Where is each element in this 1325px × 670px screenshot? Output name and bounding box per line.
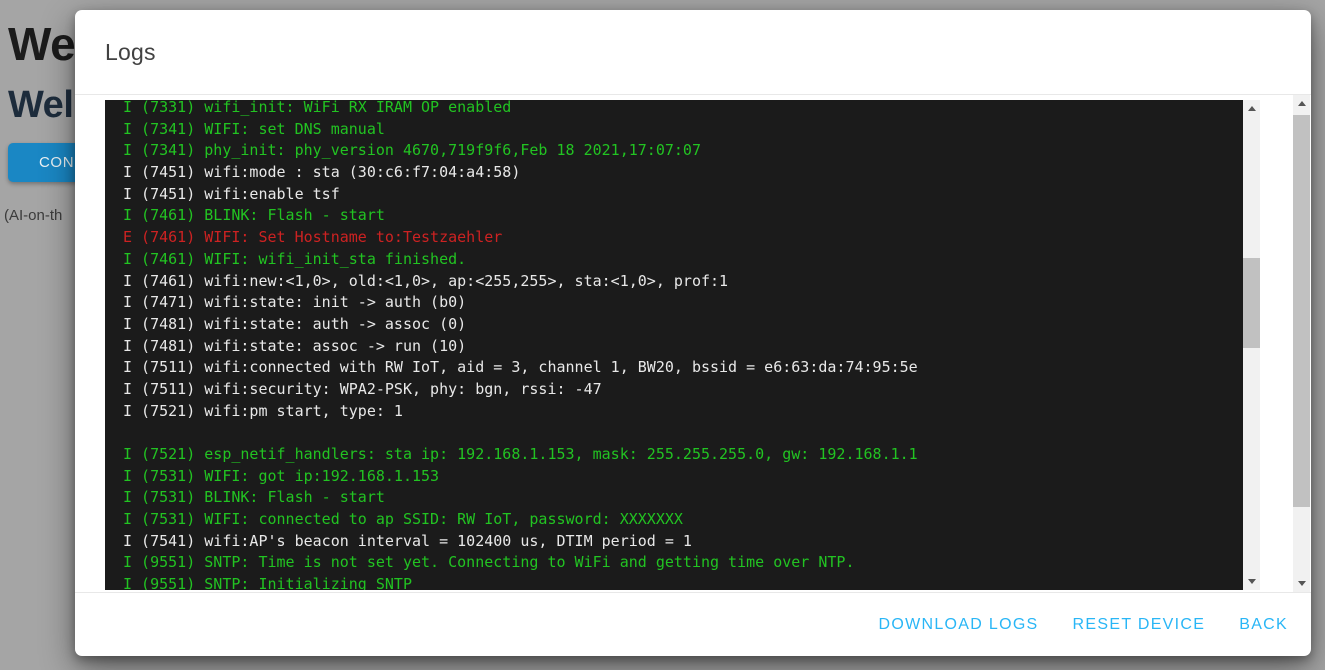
log-line: I (7481) wifi:state: auth -> assoc (0) [123, 314, 1260, 336]
log-line [123, 422, 1260, 444]
log-scrollbar-thumb[interactable] [1243, 258, 1260, 348]
back-button[interactable]: BACK [1239, 616, 1288, 634]
dialog-scrollbar-thumb[interactable] [1293, 115, 1310, 507]
dialog-scrollbar[interactable] [1293, 95, 1310, 592]
log-line: I (7481) wifi:state: assoc -> run (10) [123, 336, 1260, 358]
log-line: I (7511) wifi:security: WPA2-PSK, phy: b… [123, 379, 1260, 401]
log-scrollbar[interactable] [1243, 100, 1260, 590]
dialog-scroll-up-button[interactable] [1293, 95, 1310, 112]
log-line: E (7461) WIFI: Set Hostname to:Testzaehl… [123, 227, 1260, 249]
log-line: I (7511) wifi:connected with RW IoT, aid… [123, 357, 1260, 379]
viewport: { "backdrop_page": { "heading1": "We", "… [0, 0, 1325, 670]
dialog-footer: DOWNLOAD LOGS RESET DEVICE BACK [75, 592, 1311, 656]
page-subtitle: Wel [8, 84, 73, 127]
reset-device-button[interactable]: RESET DEVICE [1073, 616, 1206, 634]
log-line: I (7531) BLINK: Flash - start [123, 487, 1260, 509]
log-line: I (7461) BLINK: Flash - start [123, 205, 1260, 227]
log-scroll-down-button[interactable] [1243, 573, 1260, 590]
log-console-text: I (7331) wifi_init: WiFi RX IRAM OP enab… [105, 100, 1260, 590]
dialog-header: Logs [75, 10, 1311, 95]
log-line: I (7541) wifi:AP's beacon interval = 102… [123, 531, 1260, 553]
log-line: I (9551) SNTP: Initializing SNTP [123, 574, 1260, 590]
log-line: I (7531) WIFI: connected to ap SSID: RW … [123, 509, 1260, 531]
log-line: I (7341) WIFI: set DNS manual [123, 119, 1260, 141]
log-line: I (7521) esp_netif_handlers: sta ip: 192… [123, 444, 1260, 466]
log-line: I (7471) wifi:state: init -> auth (b0) [123, 292, 1260, 314]
page-title: We [8, 17, 75, 71]
logs-dialog: Logs I (7331) wifi_init: WiFi RX IRAM OP… [75, 10, 1311, 656]
log-console[interactable]: I (7331) wifi_init: WiFi RX IRAM OP enab… [105, 100, 1260, 590]
download-logs-button[interactable]: DOWNLOAD LOGS [879, 616, 1039, 634]
arrow-down-icon [1298, 581, 1306, 586]
log-line: I (7331) wifi_init: WiFi RX IRAM OP enab… [123, 100, 1260, 119]
log-line: I (9551) SNTP: Time is not set yet. Conn… [123, 552, 1260, 574]
dialog-title: Logs [105, 39, 156, 66]
log-line: I (7341) phy_init: phy_version 4670,719f… [123, 140, 1260, 162]
arrow-down-icon [1248, 579, 1256, 584]
log-line: I (7531) WIFI: got ip:192.168.1.153 [123, 466, 1260, 488]
log-line: I (7451) wifi:mode : sta (30:c6:f7:04:a4… [123, 162, 1260, 184]
arrow-up-icon [1298, 101, 1306, 106]
dialog-scroll-down-button[interactable] [1293, 575, 1310, 592]
log-line: I (7451) wifi:enable tsf [123, 184, 1260, 206]
arrow-up-icon [1248, 106, 1256, 111]
dialog-body: I (7331) wifi_init: WiFi RX IRAM OP enab… [75, 95, 1311, 592]
log-line: I (7521) wifi:pm start, type: 1 [123, 401, 1260, 423]
page-footnote: (AI-on-th [4, 207, 62, 224]
log-scroll-up-button[interactable] [1243, 100, 1260, 117]
log-line: I (7461) WIFI: wifi_init_sta finished. [123, 249, 1260, 271]
log-line: I (7461) wifi:new:<1,0>, old:<1,0>, ap:<… [123, 271, 1260, 293]
